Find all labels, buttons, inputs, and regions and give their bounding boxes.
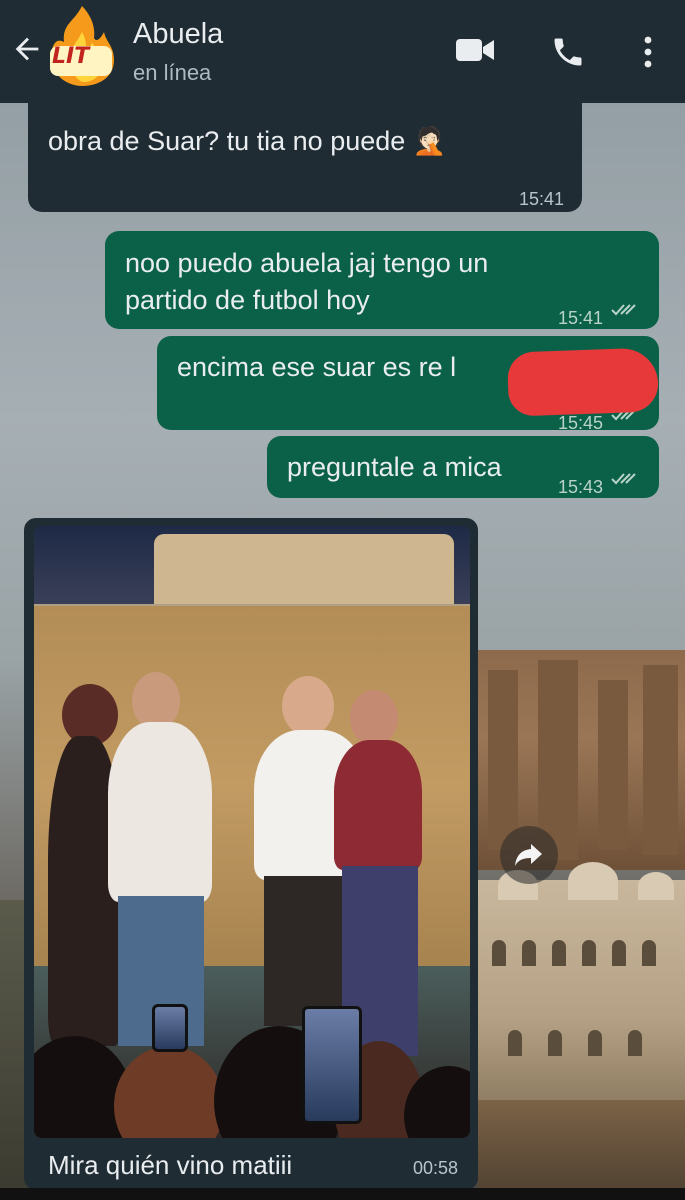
avatar-badge-text: LIT (52, 44, 90, 69)
media-caption: Mira quién vino matiii (48, 1150, 293, 1180)
read-ticks-icon (611, 304, 636, 316)
chat-header: LIT Abuela en línea (0, 0, 685, 103)
message-incoming-media[interactable]: Mira quién vino matiii 00:58 (24, 518, 478, 1190)
read-ticks-icon (611, 473, 636, 485)
message-time: 00:58 (412, 1158, 458, 1178)
avatar[interactable]: LIT (44, 2, 120, 88)
message-outgoing[interactable]: preguntale a mica 15:43 (267, 436, 659, 498)
forward-button[interactable] (500, 826, 558, 884)
back-arrow-icon[interactable] (10, 32, 44, 66)
wallpaper-city (478, 1100, 685, 1200)
wallpaper-palace (478, 862, 685, 1110)
message-text: preguntale a mica (287, 452, 502, 482)
message-text: encima ese suar es re l (177, 352, 457, 382)
forward-arrow-icon (515, 844, 542, 866)
message-text-line: partido de futbol hoy (125, 285, 370, 315)
message-time: 15:41 (518, 189, 564, 209)
video-call-icon[interactable] (454, 34, 496, 66)
bottom-edge (0, 1188, 685, 1200)
message-text: obra de Suar? tu tia no puede 🤦🏻 (48, 126, 447, 156)
message-time: 15:41 (557, 308, 603, 328)
more-vert-icon[interactable] (638, 34, 658, 70)
message-outgoing[interactable]: noo puedo abuela jaj tengo un partido de… (105, 231, 659, 329)
contact-status: en línea (133, 60, 212, 85)
shared-photo[interactable] (34, 526, 470, 1138)
message-text-line: noo puedo abuela jaj tengo un (125, 248, 489, 278)
redaction-mark (506, 347, 660, 417)
contact-name[interactable]: Abuela (133, 18, 223, 51)
message-time: 15:43 (557, 477, 603, 497)
phone-icon[interactable] (550, 34, 586, 70)
